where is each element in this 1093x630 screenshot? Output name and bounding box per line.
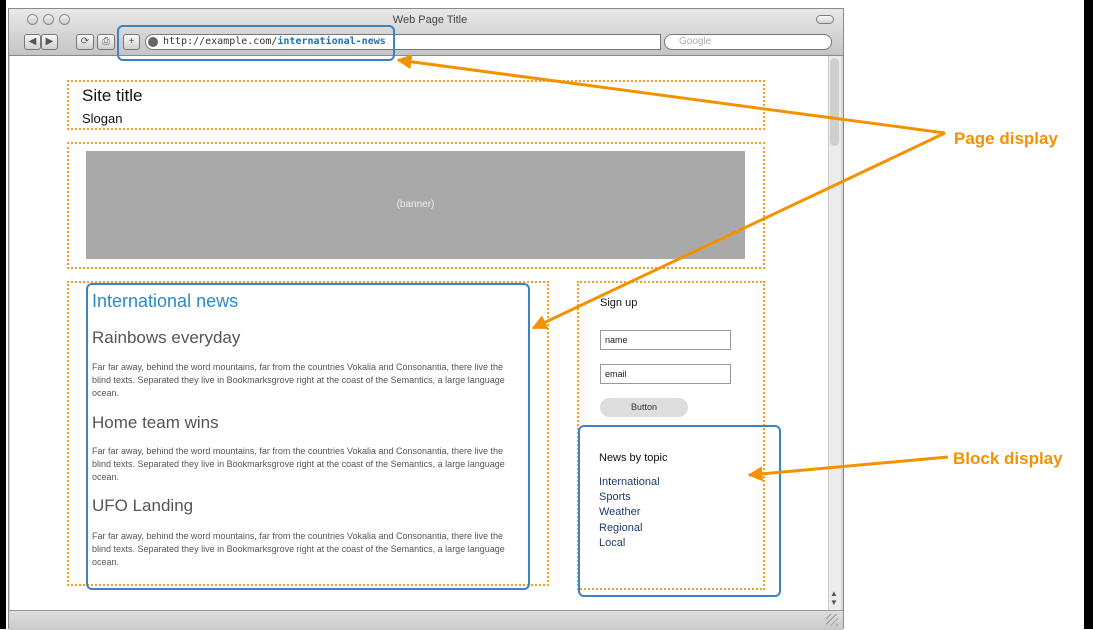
block-display-label: Block display — [953, 449, 1063, 468]
page-display-arrow-to-url — [396, 54, 946, 135]
page-display-arrow-to-content — [531, 131, 946, 330]
page-display-label: Page display — [954, 129, 1058, 148]
annotation-arrows — [396, 54, 949, 482]
block-display-arrow — [747, 455, 949, 482]
